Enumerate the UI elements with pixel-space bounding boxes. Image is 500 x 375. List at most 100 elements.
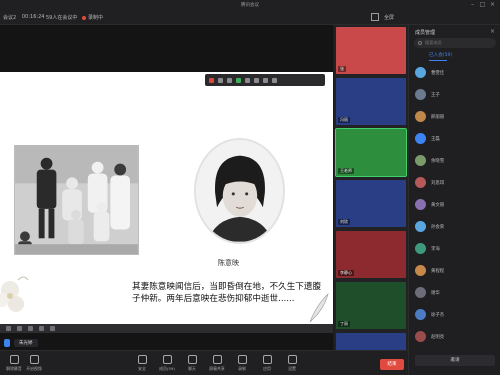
avatar <box>415 67 426 78</box>
avatar <box>415 221 426 232</box>
fullscreen-button[interactable]: 全屏 <box>384 14 394 21</box>
record-icon <box>237 355 247 364</box>
annotate-icon[interactable] <box>245 77 250 83</box>
portrait-image <box>196 140 283 242</box>
avatar <box>415 309 426 320</box>
avatar <box>415 177 426 188</box>
member-row[interactable]: 黄程程 <box>415 263 497 278</box>
video-icon <box>29 355 39 364</box>
camera-icon[interactable] <box>227 77 232 83</box>
share-floating-toolbar[interactable] <box>205 74 325 86</box>
recording-status: 录制中 <box>82 14 103 21</box>
mic-icon[interactable] <box>218 77 223 83</box>
tile-name: 刘欣 <box>338 219 350 225</box>
member-name: 黄程程 <box>431 268 445 274</box>
share-screen-button[interactable]: 屏幕共享 <box>205 355 229 372</box>
chat-icon[interactable] <box>263 77 268 83</box>
control-label: 成员(59) <box>159 366 175 371</box>
member-row[interactable]: 邢丽丽 <box>415 109 497 124</box>
control-bar: 解除静音 开启视频 安全 成员(59) 聊天 屏幕共享 录制 应用 设置 结束 <box>0 350 408 375</box>
video-button[interactable]: 开启视频 <box>22 355 46 372</box>
maximize-icon[interactable]: □ <box>479 1 486 8</box>
member-name: 谢华 <box>431 290 440 296</box>
control-label: 录制 <box>238 366 246 371</box>
video-tile[interactable]: 张 <box>336 27 406 74</box>
video-tile[interactable]: 丁丽 <box>336 282 406 329</box>
member-name: 王磊 <box>431 136 440 142</box>
avatar <box>415 331 426 342</box>
settings-button[interactable]: 设置 <box>280 355 304 372</box>
apps-icon <box>262 355 272 364</box>
member-row[interactable]: 徐子杰 <box>415 307 497 322</box>
video-tile[interactable]: 刘欣 <box>336 180 406 227</box>
title-bar: 腾讯会议 – □ × <box>0 0 500 11</box>
tab-joined[interactable]: 已入会(59) <box>429 52 452 58</box>
tile-name: 王老师 <box>338 168 354 174</box>
chat-button[interactable]: 聊天 <box>180 355 204 372</box>
family-photo-image <box>15 146 138 254</box>
member-row[interactable]: 李海 <box>415 241 497 256</box>
share-status-icon[interactable] <box>236 77 241 83</box>
share-screen-icon <box>212 355 222 364</box>
video-tile-active[interactable]: 王老师 <box>335 128 407 177</box>
stop-share-icon[interactable] <box>209 77 214 83</box>
control-label: 设置 <box>288 366 296 371</box>
avatar <box>415 287 426 298</box>
family-photo <box>14 145 139 255</box>
invite-button[interactable]: 邀请 <box>415 355 495 366</box>
member-row[interactable]: 王磊 <box>415 131 497 146</box>
video-tiles-column: 张 冯丽 王老师 刘欣 李静心 丁丽 <box>334 25 408 350</box>
member-row[interactable]: 曹雯佳 <box>415 65 497 80</box>
avatar <box>415 111 426 122</box>
taskbar-app-icon <box>17 326 22 331</box>
members-icon <box>162 355 172 364</box>
chat-icon <box>187 355 197 364</box>
video-label: 开启视频 <box>26 366 42 371</box>
member-row[interactable]: 谢华 <box>415 285 497 300</box>
close-panel-icon[interactable]: × <box>490 28 495 35</box>
meeting-label[interactable]: 会议2 <box>3 14 16 21</box>
taskbar-app-icon <box>39 326 44 331</box>
leave-button[interactable]: 结束 <box>380 359 404 370</box>
layout-icon[interactable] <box>371 13 379 21</box>
member-row[interactable]: 余晓雪 <box>415 153 497 168</box>
members-icon[interactable] <box>254 77 259 83</box>
portrait-photo <box>194 138 285 244</box>
member-row[interactable]: 王子 <box>415 87 497 102</box>
video-tile[interactable]: 冯丽 <box>336 78 406 125</box>
video-tile[interactable] <box>336 333 406 350</box>
member-row[interactable]: 赵明亮 <box>415 329 497 344</box>
member-row[interactable]: 黄文丽 <box>415 197 497 212</box>
control-label: 聊天 <box>188 366 196 371</box>
participant-count[interactable]: 59人在会议中 <box>46 14 77 21</box>
search-icon <box>418 41 422 45</box>
avatar <box>415 89 426 100</box>
avatar <box>415 243 426 254</box>
control-label: 应用 <box>263 366 271 371</box>
window-controls: – □ × <box>469 1 496 8</box>
minimize-icon[interactable]: – <box>469 1 476 8</box>
meeting-duration: 00:16:24 <box>22 14 45 20</box>
apps-button[interactable]: 应用 <box>255 355 279 372</box>
member-row[interactable]: 孙会荣 <box>415 219 497 234</box>
member-name: 孙会荣 <box>431 224 445 230</box>
member-name: 徐子杰 <box>431 312 445 318</box>
record-button[interactable]: 录制 <box>230 355 254 372</box>
more-icon[interactable] <box>272 77 277 83</box>
presenter-tag: 朱光婷 <box>0 337 42 348</box>
recording-dot-icon <box>82 15 86 20</box>
avatar <box>415 155 426 166</box>
close-icon[interactable]: × <box>489 1 496 8</box>
video-tile[interactable]: 李静心 <box>336 231 406 278</box>
taskbar-app-icon <box>6 326 11 331</box>
search-placeholder: 搜索成员 <box>425 40 442 45</box>
recording-label: 录制中 <box>88 15 104 21</box>
member-name: 刘思琪 <box>431 180 445 186</box>
member-panel: 成员管理 × 搜索成员 已入会(59) 曹雯佳 王子 邢丽丽 王磊 余晓雪 刘思琪 黄文丽孙… <box>408 25 500 375</box>
members-button[interactable]: 成员(59) <box>155 355 179 372</box>
member-row[interactable]: 刘思琪 <box>415 175 497 190</box>
security-button[interactable]: 安全 <box>130 355 154 372</box>
member-search-input[interactable]: 搜索成员 <box>414 38 496 48</box>
control-label: 屏幕共享 <box>209 366 225 371</box>
meeting-info-bar: 会议2 00:16:24 59人在会议中 录制中 全屏 <box>0 11 500 25</box>
